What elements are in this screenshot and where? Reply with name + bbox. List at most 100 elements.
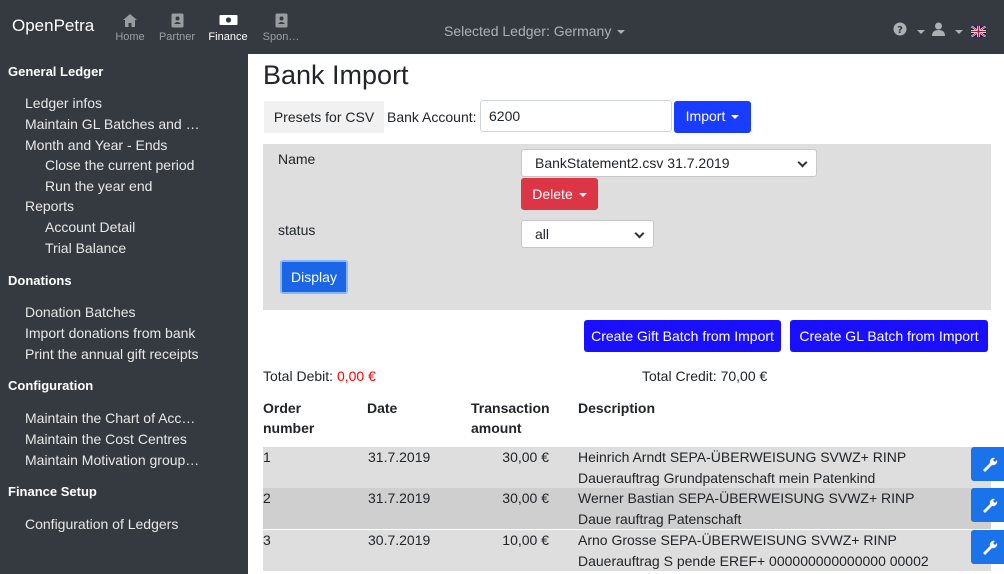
total-debit-label: Total Debit: xyxy=(263,368,334,384)
sidebar-item-donation-batches[interactable]: Donation Batches xyxy=(25,304,240,320)
order-number-cell: 2 xyxy=(263,490,271,506)
sidebar-item-account-detail[interactable]: Account Detail xyxy=(45,219,260,235)
edit-row-button[interactable] xyxy=(971,447,1004,481)
sidebar-item-reports[interactable]: Reports xyxy=(25,198,240,214)
chevron-down-icon xyxy=(617,30,626,35)
description-line2: Dauerauftrag Grundpatenschaft mein Paten… xyxy=(578,470,876,486)
delete-button-label: Delete xyxy=(532,186,573,202)
status-select[interactable]: all xyxy=(521,220,654,248)
svg-text:?: ? xyxy=(897,25,903,36)
name-label: Name xyxy=(278,151,316,167)
sidebar-section-configuration: Configuration xyxy=(8,378,94,393)
sidebar-item-import-donations[interactable]: Import donations from bank xyxy=(25,325,240,341)
brand-logo[interactable]: OpenPetra xyxy=(12,16,94,36)
display-button[interactable]: Display xyxy=(280,260,348,294)
import-button-label: Import xyxy=(685,108,726,124)
address-book-icon xyxy=(251,13,311,29)
chevron-down-icon xyxy=(954,30,963,35)
help-menu[interactable]: ? xyxy=(893,22,925,39)
chevron-down-icon xyxy=(916,30,925,35)
date-cell: 31.7.2019 xyxy=(368,449,431,465)
column-header-amount-line2: amount xyxy=(471,420,522,436)
date-cell: 30.7.2019 xyxy=(368,532,431,548)
sidebar-item-cost-centres[interactable]: Maintain the Cost Centres xyxy=(25,431,240,447)
sidebar-item-configuration-of-ledgers[interactable]: Configuration of Ledgers xyxy=(25,516,240,532)
language-selector[interactable] xyxy=(970,24,987,40)
order-number-cell: 1 xyxy=(263,449,271,465)
total-credit-value: 70,00 € xyxy=(720,368,768,384)
create-gift-batch-button[interactable]: Create Gift Batch from Import xyxy=(584,320,781,352)
sidebar-item-trial-balance[interactable]: Trial Balance xyxy=(45,240,260,256)
sidebar-item-maintain-gl-batches[interactable]: Maintain GL Batches and … xyxy=(25,116,240,132)
sidebar-section-finance-setup: Finance Setup xyxy=(8,484,97,499)
date-cell: 31.7.2019 xyxy=(368,490,431,506)
page-title: Bank Import xyxy=(263,60,409,90)
chevron-down-icon xyxy=(731,115,740,120)
sidebar-section-general-ledger: General Ledger xyxy=(8,64,104,79)
uk-flag-icon xyxy=(970,24,987,40)
table-row[interactable]: 3 30.7.2019 10,00 € Arno Grosse SEPA-ÜBE… xyxy=(263,530,1004,572)
money-bill-icon xyxy=(198,13,258,29)
description-cell: Arno Grosse SEPA-ÜBERWEISUNG SVWZ+ RINP … xyxy=(578,530,929,572)
nav-finance[interactable]: Finance xyxy=(198,13,258,43)
edit-row-button[interactable] xyxy=(971,488,1004,522)
sidebar-item-month-year-ends[interactable]: Month and Year - Ends xyxy=(25,137,240,153)
nav-sponsorship-label: Spon… xyxy=(262,31,300,43)
description-cell: Werner Bastian SEPA-ÜBERWEISUNG SVWZ+ RI… xyxy=(578,488,914,530)
description-line1: Werner Bastian SEPA-ÜBERWEISUNG SVWZ+ RI… xyxy=(578,490,915,506)
sidebar-item-close-period[interactable]: Close the current period xyxy=(45,157,260,173)
sidebar-item-chart-of-accounts[interactable]: Maintain the Chart of Acc… xyxy=(25,410,240,426)
column-header-order-line2: number xyxy=(263,420,315,436)
column-header-transaction-amount: Transaction amount xyxy=(471,398,550,438)
column-header-description: Description xyxy=(578,400,656,416)
bank-account-label: Bank Account: xyxy=(387,109,477,125)
filter-panel: Name BankStatement2.csv 31.7.2019 Delete… xyxy=(263,144,991,310)
user-icon xyxy=(932,22,949,39)
sidebar: General Ledger Ledger infos Maintain GL … xyxy=(0,54,248,574)
nav-finance-label: Finance xyxy=(208,31,248,43)
top-navbar: OpenPetra Home Partner Finance Spon… Sel… xyxy=(0,0,1004,54)
presets-for-csv-button[interactable]: Presets for CSV xyxy=(264,101,384,133)
total-credit: Total Credit: 70,00 € xyxy=(642,368,767,384)
user-menu[interactable] xyxy=(932,22,963,39)
wrench-icon xyxy=(971,498,1004,525)
delete-dropdown-button[interactable]: Delete xyxy=(521,178,598,210)
amount-cell: 30,00 € xyxy=(502,449,549,465)
column-header-amount-line1: Transaction xyxy=(471,400,550,416)
total-debit: Total Debit: 0,00 € xyxy=(263,368,376,384)
statement-name-select[interactable]: BankStatement2.csv 31.7.2019 xyxy=(521,149,817,177)
edit-row-button[interactable] xyxy=(971,530,1004,564)
question-circle-icon: ? xyxy=(893,22,911,39)
sidebar-item-run-year-end[interactable]: Run the year end xyxy=(45,178,260,194)
column-header-order-line1: Order xyxy=(263,400,302,416)
table-row[interactable]: 1 31.7.2019 30,00 € Heinrich Arndt SEPA-… xyxy=(263,447,1004,489)
status-value: all xyxy=(535,226,550,242)
description-cell: Heinrich Arndt SEPA-ÜBERWEISUNG SVWZ+ RI… xyxy=(578,447,906,489)
description-line2: Daue rauftrag Patenschaft xyxy=(578,511,742,527)
description-line1: Heinrich Arndt SEPA-ÜBERWEISUNG SVWZ+ RI… xyxy=(578,449,907,465)
chevron-down-icon xyxy=(634,228,645,239)
description-line1: Arno Grosse SEPA-ÜBERWEISUNG SVWZ+ RINP xyxy=(578,532,897,548)
column-header-date: Date xyxy=(367,400,398,416)
sidebar-item-motivation-groups[interactable]: Maintain Motivation group… xyxy=(25,452,240,468)
sidebar-item-print-gift-receipts[interactable]: Print the annual gift receipts xyxy=(25,346,240,362)
sidebar-item-ledger-infos[interactable]: Ledger infos xyxy=(25,95,240,111)
column-header-order-number: Order number xyxy=(263,398,314,438)
ledger-selector[interactable]: Selected Ledger: Germany xyxy=(444,23,626,39)
order-number-cell: 3 xyxy=(263,532,271,548)
chevron-down-icon xyxy=(797,157,808,168)
amount-cell: 10,00 € xyxy=(502,532,549,548)
bank-account-input[interactable] xyxy=(480,100,672,132)
total-debit-value: 0,00 € xyxy=(336,368,376,384)
ledger-selector-label: Selected Ledger: Germany xyxy=(444,23,612,39)
import-dropdown-button[interactable]: Import xyxy=(674,101,751,133)
status-label: status xyxy=(278,222,316,238)
amount-cell: 30,00 € xyxy=(502,490,549,506)
sidebar-section-donations: Donations xyxy=(8,273,72,288)
nav-sponsorship[interactable]: Spon… xyxy=(251,13,311,43)
statement-name-value: BankStatement2.csv 31.7.2019 xyxy=(535,155,730,171)
wrench-icon xyxy=(971,457,1004,484)
main-content: Bank Import Presets for CSV Bank Account… xyxy=(248,54,1004,574)
create-gl-batch-button[interactable]: Create GL Batch from Import xyxy=(790,320,988,352)
table-row[interactable]: 2 31.7.2019 30,00 € Werner Bastian SEPA-… xyxy=(263,488,1004,530)
